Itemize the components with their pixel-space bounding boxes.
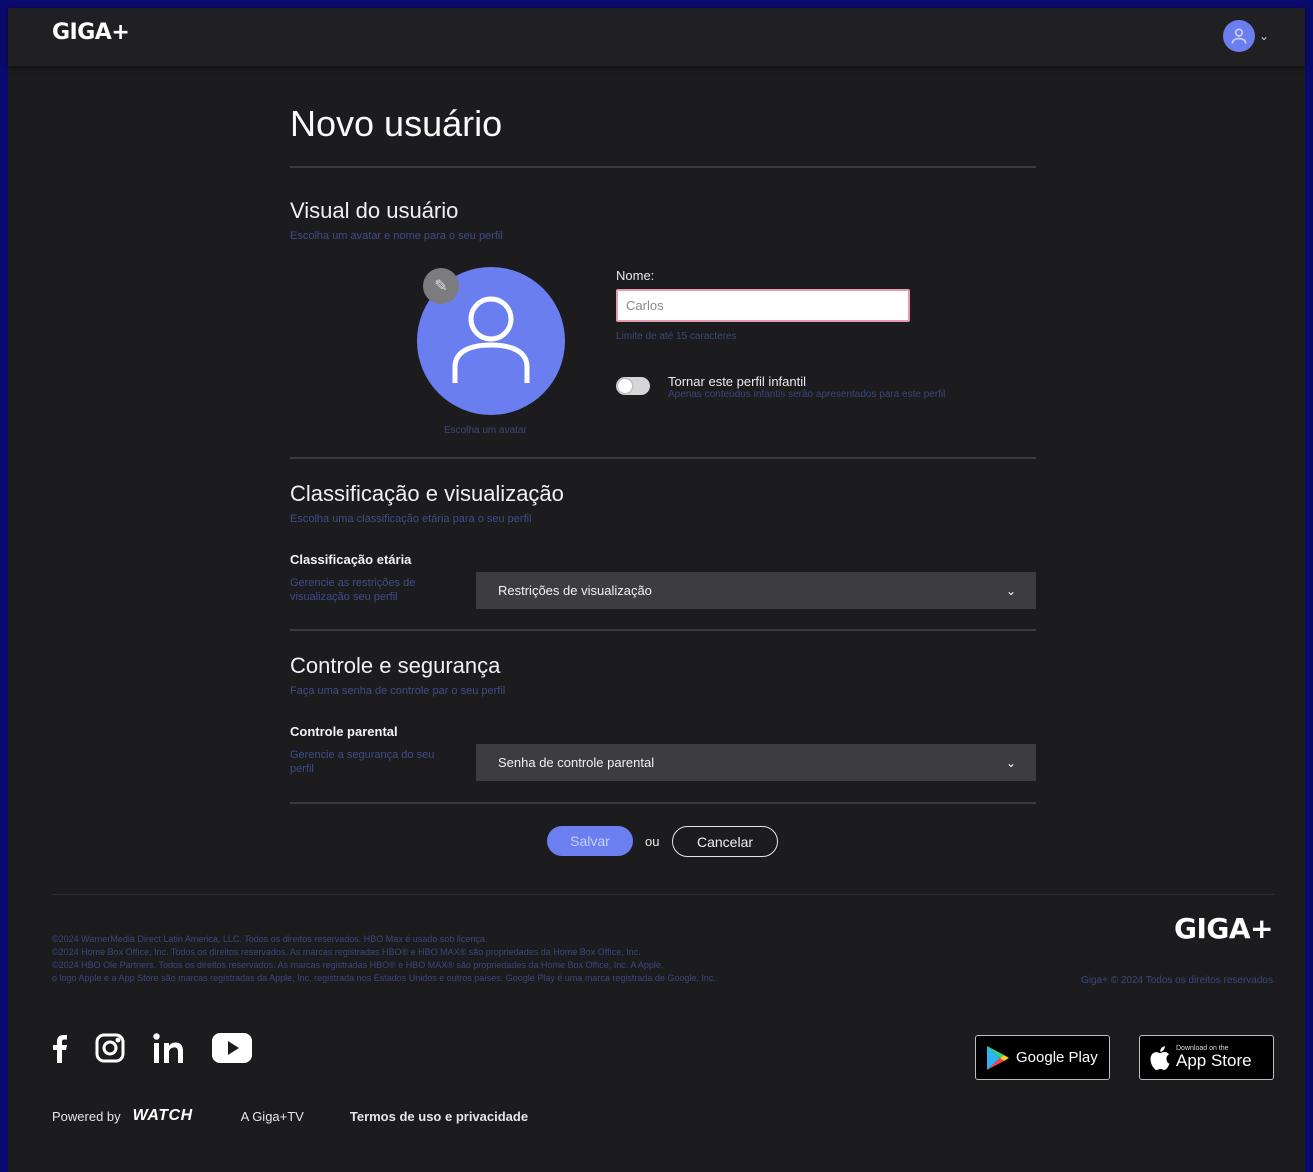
- kid-profile-toggle[interactable]: [616, 377, 650, 395]
- name-hint: Limite de até 15 caracteres: [616, 331, 737, 342]
- rating-section-header: Classificação e visualização Escolha uma…: [290, 481, 564, 525]
- instagram-icon[interactable]: [94, 1032, 126, 1064]
- footer-divider: [52, 894, 1274, 895]
- app-store-label: App Store: [1176, 1051, 1252, 1070]
- logo-text: GIGA: [52, 20, 112, 45]
- divider: [290, 457, 1036, 459]
- age-rating-label: Classificação etária: [290, 552, 412, 567]
- google-play-label: Google Play: [1016, 1048, 1098, 1066]
- google-play-icon: [987, 1045, 1009, 1070]
- profile-menu[interactable]: ⌄: [1222, 20, 1269, 52]
- legal-line: o logo Apple e a App Store são marcas re…: [52, 973, 716, 983]
- social-links: [52, 1032, 252, 1064]
- divider: [290, 629, 1036, 631]
- section-title-visual: Visual do usuário: [290, 198, 459, 223]
- avatar-caption: Escolha um avatar: [444, 425, 527, 436]
- pencil-icon: ✎: [434, 278, 448, 295]
- legal-line: ©2024 HBO Ole Partners. Todos os direito…: [52, 960, 664, 970]
- main-content: Novo usuário Visual do usuário Escolha u…: [290, 98, 1036, 857]
- legal-text: ©2024 WarnerMedia Direct Latin America, …: [52, 933, 932, 985]
- logo-plus: +: [1250, 912, 1273, 945]
- youtube-icon[interactable]: [212, 1033, 252, 1063]
- section-subtitle-visual: Escolha um avatar e nome para o seu perf…: [290, 230, 503, 242]
- watch-logo: WATCH: [132, 1107, 193, 1124]
- kid-profile-subtext: Apenas conteúdos infantis serão apresent…: [668, 389, 946, 400]
- edit-avatar-button[interactable]: ✎: [423, 268, 459, 304]
- terms-link[interactable]: Termos de uso e privacidade: [350, 1109, 528, 1124]
- about-link[interactable]: A Giga+TV: [241, 1109, 304, 1124]
- header-logo[interactable]: GIGA+: [52, 20, 130, 45]
- control-section-header: Controle e segurança Faça uma senha de c…: [290, 653, 505, 697]
- parental-control-label: Controle parental: [290, 724, 398, 739]
- powered-by-text: Powered by: [52, 1108, 121, 1124]
- page-title: Novo usuário: [290, 103, 503, 144]
- logo-text: GIGA: [1173, 912, 1251, 945]
- or-text: ou: [645, 834, 660, 849]
- copyright: Giga+ © 2024 Todos os direitos reservado…: [1080, 975, 1273, 986]
- bottom-links: Powered by WATCH A Giga+TV Termos de uso…: [52, 1107, 528, 1125]
- legal-line: ©2024 WarnerMedia Direct Latin America, …: [52, 934, 488, 944]
- kid-profile-label: Tornar este perfil infantil: [668, 374, 807, 389]
- legal-line: ©2024 Home Box Office, Inc. Todos os dir…: [52, 947, 641, 957]
- cancel-button[interactable]: Cancelar: [672, 826, 778, 857]
- divider: [290, 802, 1036, 804]
- section-title-rating: Classificação e visualização: [290, 481, 564, 506]
- avatar[interactable]: [1222, 20, 1255, 52]
- chevron-down-icon[interactable]: ⌄: [1259, 29, 1269, 43]
- apple-icon: [1150, 1045, 1170, 1070]
- divider: [290, 166, 1036, 168]
- viewing-restrictions-select[interactable]: Restrições de visualização ⌄: [476, 572, 1036, 609]
- parental-password-select[interactable]: Senha de controle parental ⌄: [476, 744, 1036, 781]
- name-label: Nome:: [616, 268, 655, 283]
- toggle-knob: [618, 379, 632, 393]
- user-icon: [452, 296, 530, 383]
- app-store-button[interactable]: Download on the App Store: [1139, 1035, 1274, 1080]
- select-value: Senha de controle parental: [498, 755, 655, 770]
- section-title-control: Controle e segurança: [290, 653, 501, 678]
- section-subtitle-control: Faça uma senha de controle par o seu per…: [290, 685, 506, 697]
- visual-section-header: Visual do usuário Escolha um avatar e no…: [290, 198, 503, 242]
- chevron-down-icon: ⌄: [1005, 583, 1016, 598]
- name-input[interactable]: [616, 289, 910, 322]
- footer-logo: GIGA+: [1173, 912, 1274, 945]
- user-icon: [1231, 28, 1247, 44]
- select-value: Restrições de visualização: [498, 583, 652, 598]
- app-frame: GIGA+ ⌄ Novo usuário Visual do usuário E…: [8, 8, 1305, 1172]
- facebook-icon[interactable]: [52, 1033, 68, 1063]
- age-rating-subtext: Gerencie as restrições de visualização s…: [290, 577, 416, 603]
- google-play-button[interactable]: Google Play: [975, 1035, 1110, 1080]
- logo-plus: +: [111, 20, 130, 45]
- top-bar: GIGA+ ⌄: [8, 8, 1305, 66]
- section-subtitle-rating: Escolha uma classificação etária para o …: [290, 513, 532, 525]
- chevron-down-icon: ⌄: [1005, 755, 1016, 770]
- parental-control-subtext: Gerencie a segurança do seu perfil: [290, 749, 435, 775]
- save-button[interactable]: Salvar: [547, 826, 633, 856]
- linkedin-icon[interactable]: [152, 1032, 186, 1064]
- app-store-text: Download on the App Store: [1176, 1045, 1252, 1070]
